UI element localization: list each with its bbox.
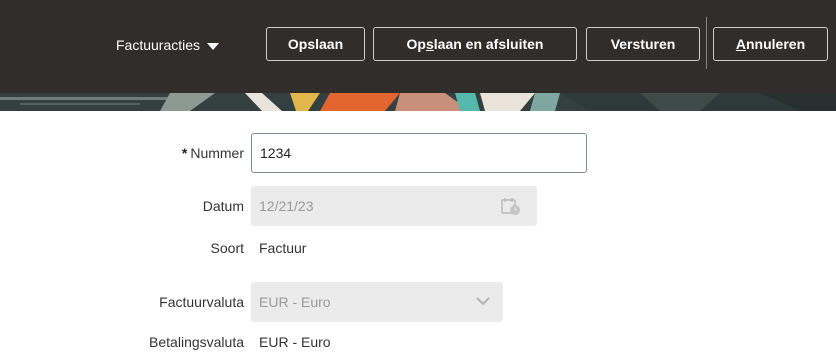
- save-close-label-post: laan en afsluiten: [433, 36, 544, 52]
- cancel-label-post: nnuleren: [746, 36, 806, 52]
- banner-pattern: [0, 93, 836, 111]
- save-button-label: Opslaan: [287, 36, 344, 52]
- calendar-icon: [501, 198, 520, 215]
- date-value: 12/21/23: [259, 198, 314, 214]
- save-button[interactable]: Opslaan: [266, 27, 365, 61]
- type-label: Soort: [210, 240, 244, 256]
- date-field: 12/21/23: [251, 186, 537, 226]
- invoice-actions-label: Factuuracties: [116, 37, 201, 53]
- payment-currency-label: Betalingsvaluta: [149, 334, 244, 350]
- send-button[interactable]: Versturen: [586, 27, 700, 61]
- send-button-label: Versturen: [610, 36, 676, 52]
- date-label: Datum: [202, 198, 244, 214]
- cancel-label-mnemonic: A: [735, 36, 746, 52]
- decorative-banner: [0, 93, 836, 111]
- header-toolbar: Factuuracties Opslaan Op s laan en afsluit…: [0, 0, 836, 93]
- invoice-currency-value: EUR - Euro: [259, 294, 331, 310]
- cancel-button[interactable]: Annuleren: [713, 27, 828, 61]
- required-marker: *: [181, 145, 188, 161]
- number-field[interactable]: 1234: [251, 133, 587, 173]
- invoice-actions-menu[interactable]: Factuuracties: [116, 37, 220, 53]
- save-close-label-pre: Op: [406, 36, 426, 52]
- toolbar-separator: [706, 17, 707, 69]
- number-label: * Nummer: [182, 145, 244, 161]
- number-label-text: Nummer: [190, 145, 244, 161]
- invoice-currency-select: EUR - Euro: [251, 282, 503, 322]
- type-value: Factuur: [259, 240, 307, 256]
- caret-down-icon: [207, 42, 220, 50]
- invoice-currency-label: Factuurvaluta: [159, 294, 244, 310]
- save-close-label-mnemonic: s: [425, 36, 434, 52]
- save-and-close-button[interactable]: Op s laan en afsluiten: [373, 27, 577, 61]
- number-value: 1234: [260, 145, 292, 161]
- chevron-down-icon: [476, 297, 490, 306]
- payment-currency-value: EUR - Euro: [259, 334, 331, 350]
